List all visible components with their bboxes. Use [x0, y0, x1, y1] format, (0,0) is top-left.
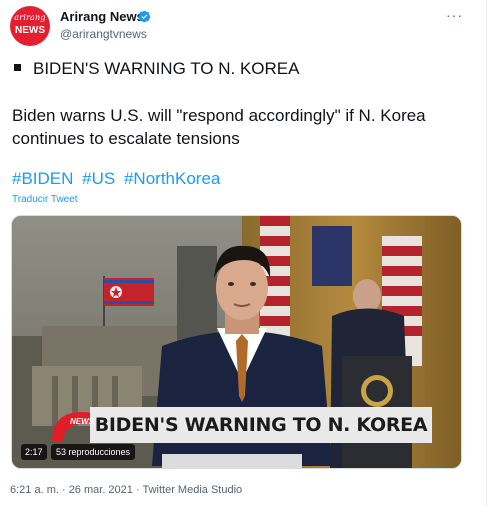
- video-duration-badge: 2:17: [21, 444, 47, 460]
- hashtag-link[interactable]: #BIDEN: [12, 169, 73, 188]
- verified-badge-icon: [138, 10, 151, 23]
- video-lower-third: BIDEN'S WARNING TO N. KOREA: [90, 407, 432, 443]
- black-square-icon: [14, 64, 21, 72]
- more-options-icon[interactable]: ···: [446, 7, 463, 23]
- hashtag-link[interactable]: #US: [82, 169, 115, 188]
- account-handle[interactable]: @arirangtvnews: [60, 27, 147, 41]
- avatar-logo-line2: NEWS: [15, 25, 45, 36]
- tweet-headline: BIDEN'S WARNING TO N. KOREA: [14, 59, 299, 79]
- hashtag-link[interactable]: #NorthKorea: [124, 169, 220, 188]
- avatar[interactable]: arirang NEWS: [10, 6, 50, 46]
- tweet-timestamp[interactable]: 6:21 a. m. · 26 mar. 2021 · Twitter Medi…: [10, 484, 242, 496]
- account-name[interactable]: Arirang News: [60, 9, 144, 24]
- tweet-card: arirang NEWS Arirang News @arirangtvnews…: [0, 0, 487, 506]
- video-player[interactable]: BIDEN'S WARNING TO N. KOREA NEWS 2:17 53…: [11, 215, 462, 469]
- translate-tweet-link[interactable]: Traducir Tweet: [12, 194, 78, 205]
- avatar-logo-line1: arirang: [14, 13, 46, 22]
- tweet-body: Biden warns U.S. will "respond according…: [12, 106, 426, 148]
- tweet-headline-text: BIDEN'S WARNING TO N. KOREA: [33, 59, 300, 78]
- video-news-logo: NEWS: [70, 417, 94, 426]
- hashtag-list: #BIDEN #US #NorthKorea: [12, 169, 224, 189]
- video-views-badge: 53 reproducciones: [51, 444, 136, 460]
